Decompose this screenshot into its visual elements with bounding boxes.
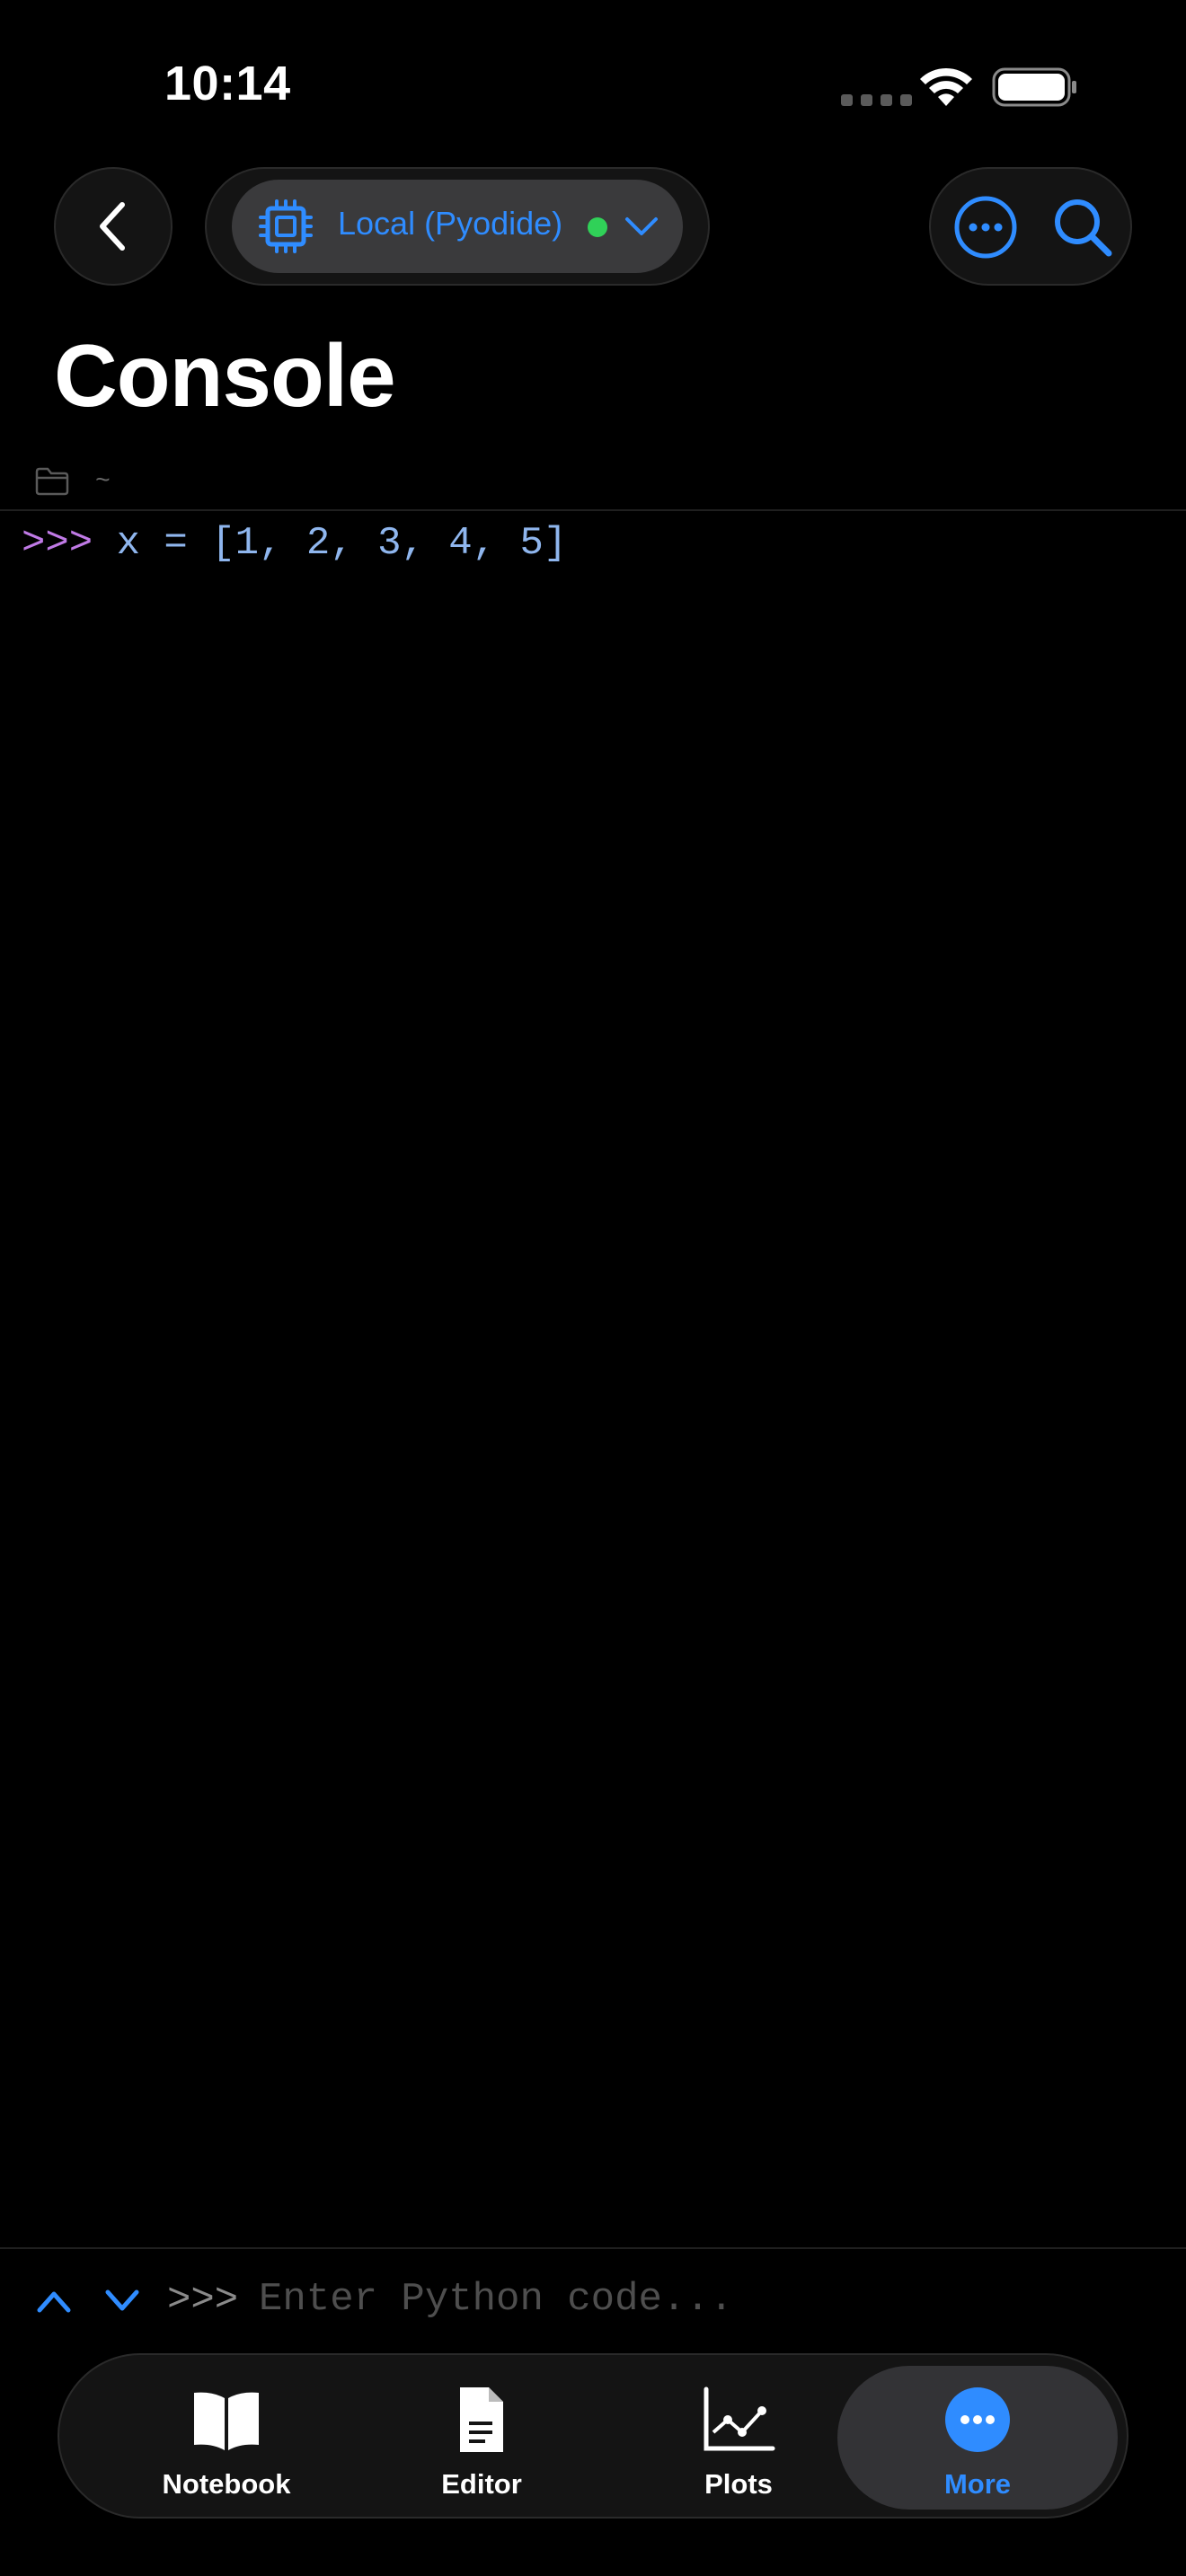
chart-icon bbox=[704, 2386, 775, 2451]
status-time: 10:14 bbox=[164, 57, 291, 110]
tab-plots[interactable]: Plots bbox=[613, 2355, 864, 2520]
tab-editor[interactable]: Editor bbox=[356, 2355, 607, 2520]
tab-bar: Notebook Editor Plots More bbox=[58, 2353, 1128, 2519]
book-icon bbox=[194, 2392, 259, 2450]
tab-label: More bbox=[943, 2468, 1012, 2500]
console-screen: 10:14 Local (Pyodide) Console ~ >>> x = … bbox=[0, 0, 1186, 2576]
history-down-icon[interactable] bbox=[102, 2281, 142, 2321]
battery-icon bbox=[992, 67, 1076, 107]
header-actions bbox=[929, 167, 1132, 286]
kernel-status-dot bbox=[588, 217, 607, 237]
code-input[interactable] bbox=[259, 2271, 1139, 2328]
console-line: >>> x = [1, 2, 3, 4, 5] bbox=[22, 521, 567, 566]
page-title: Console bbox=[54, 326, 396, 425]
tab-label: Editor bbox=[441, 2468, 522, 2500]
tab-notebook[interactable]: Notebook bbox=[101, 2355, 352, 2520]
history-up-icon[interactable] bbox=[34, 2281, 74, 2321]
wifi-icon bbox=[920, 67, 972, 106]
input-prompt: >>> bbox=[167, 2278, 239, 2323]
console-prompt: >>> bbox=[22, 521, 93, 566]
tab-label: Plots bbox=[704, 2468, 773, 2500]
tab-more[interactable]: More bbox=[852, 2355, 1103, 2520]
cellular-signal-icon bbox=[841, 94, 912, 106]
chevron-left-icon bbox=[100, 202, 125, 251]
console-code: x = [1, 2, 3, 4, 5] bbox=[93, 521, 568, 566]
path-text: ~ bbox=[95, 467, 111, 496]
more-options-icon[interactable] bbox=[952, 194, 1019, 260]
divider bbox=[0, 2247, 1186, 2249]
divider bbox=[0, 509, 1186, 511]
cpu-chip-icon bbox=[259, 199, 313, 253]
working-directory: ~ bbox=[34, 463, 111, 499]
more-icon bbox=[945, 2387, 1010, 2452]
kernel-label: Local (Pyodide) bbox=[338, 205, 563, 242]
document-icon bbox=[460, 2387, 503, 2452]
folder-icon bbox=[35, 467, 69, 496]
back-button[interactable] bbox=[54, 167, 173, 286]
kernel-selector[interactable]: Local (Pyodide) bbox=[232, 180, 683, 273]
search-icon[interactable] bbox=[1051, 196, 1114, 259]
chevron-down-icon bbox=[625, 217, 658, 235]
tab-label: Notebook bbox=[162, 2468, 291, 2500]
